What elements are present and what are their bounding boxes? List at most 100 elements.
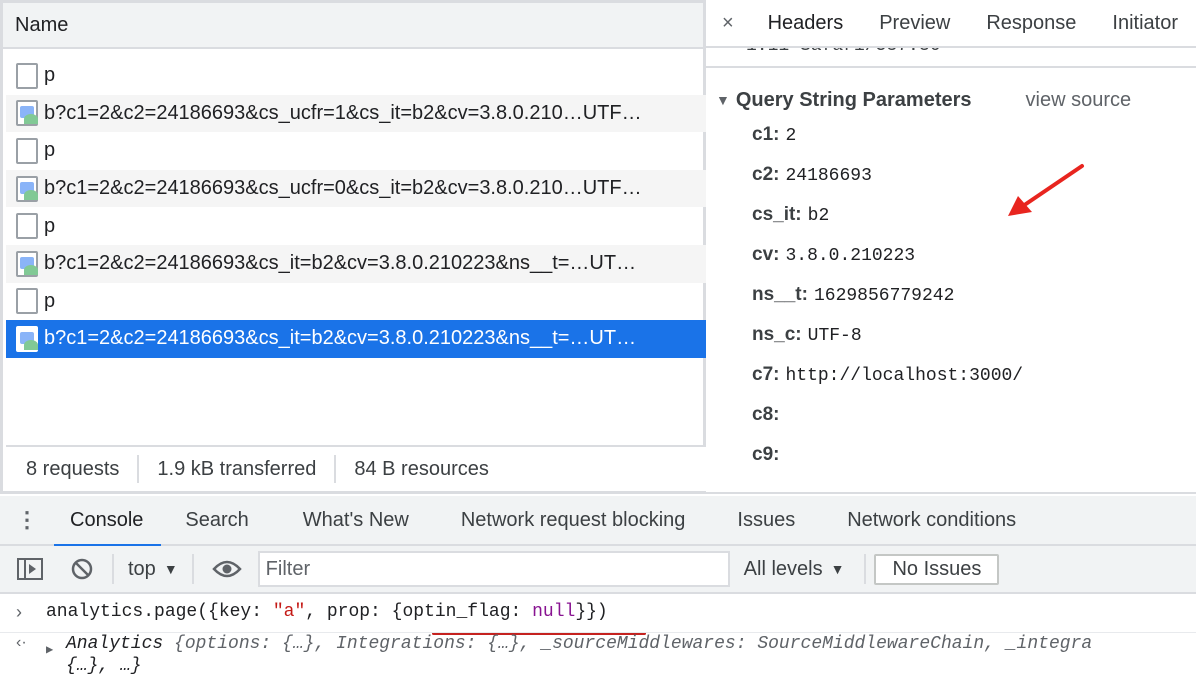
- doc-icon: [16, 62, 38, 89]
- request-name: p: [44, 64, 56, 87]
- eye-icon[interactable]: [202, 559, 252, 579]
- request-row[interactable]: p: [6, 57, 706, 95]
- tab-preview[interactable]: Preview: [861, 0, 968, 46]
- param-value: 3.8.0.210223: [785, 246, 916, 266]
- param-value: 1629856779242: [813, 286, 955, 306]
- tab-search[interactable]: Search: [169, 495, 274, 545]
- drawer-tab-bar: ⋮ Console Search What's New Network requ…: [0, 495, 1196, 547]
- request-row[interactable]: p: [6, 283, 706, 321]
- red-arrow-annotation: [1008, 164, 1084, 216]
- query-string-toggle[interactable]: ▼ Query String Parameters view source: [706, 86, 1196, 114]
- result-object[interactable]: ▶ Analytics {options: {…}, Integrations:…: [46, 634, 1093, 657]
- result-preview: {options: {…}, Integrations: {…}, _sourc…: [163, 634, 1093, 654]
- query-param: cv: 3.8.0.210223: [752, 244, 915, 266]
- request-row[interactable]: b?c1=2&c2=24186693&cs_it=b2&cv=3.8.0.210…: [6, 244, 706, 283]
- context-selector[interactable]: top ▼: [122, 558, 184, 581]
- cmd-prefix: analytics.page({key:: [46, 602, 273, 622]
- tab-response[interactable]: Response: [968, 0, 1094, 46]
- view-source-link[interactable]: view source: [1026, 89, 1132, 112]
- request-row[interactable]: b?c1=2&c2=24186693&cs_ucfr=0&cs_it=b2&cv…: [6, 169, 706, 208]
- console-toolbar: top ▼ All levels ▼ No Issues: [0, 546, 1196, 594]
- request-row[interactable]: p: [6, 132, 706, 170]
- tab-whats-new[interactable]: What's New: [275, 495, 435, 545]
- doc-icon: [16, 288, 38, 315]
- param-key: c8:: [752, 404, 780, 425]
- request-rows: p b?c1=2&c2=24186693&cs_ucfr=1&cs_it=b2&c…: [6, 57, 706, 358]
- tab-console[interactable]: Console: [54, 495, 169, 547]
- param-key: c7:: [752, 364, 780, 385]
- query-param: c1: 2: [752, 124, 796, 146]
- toolbar-divider: [112, 554, 114, 584]
- result-preview-cont: {…}, …}: [66, 656, 142, 676]
- clear-console-icon[interactable]: [60, 557, 104, 581]
- request-row[interactable]: p: [6, 207, 706, 245]
- console-command[interactable]: analytics.page({key: "a", prop: {optin_f…: [46, 602, 608, 622]
- doc-icon: [16, 137, 38, 164]
- requests-count: 8 requests: [6, 455, 140, 483]
- network-request-list: Name p b?c1=2&c2=24186693&cs_ucfr=1&cs_it…: [0, 0, 706, 494]
- request-detail-panel: × Headers Preview Response Initiator 1.1…: [706, 0, 1196, 494]
- cmd-flag: {optin_flag:: [391, 602, 533, 622]
- filter-input[interactable]: [257, 551, 730, 587]
- tab-initiator[interactable]: Initiator: [1094, 0, 1196, 46]
- param-key: ns_c:: [752, 324, 802, 345]
- request-name: b?c1=2&c2=24186693&cs_it=b2&cv=3.8.0.210…: [44, 252, 637, 275]
- param-key: cv:: [752, 244, 780, 265]
- name-column-header[interactable]: Name: [3, 3, 703, 49]
- query-param: cs_it: b2: [752, 204, 829, 226]
- cmd-null: null: [532, 602, 576, 622]
- query-param: ns__t: 1629856779242: [752, 284, 954, 306]
- resources-size: 84 B resources: [354, 458, 489, 480]
- param-value: http://localhost:3000/: [785, 366, 1024, 386]
- image-icon: [16, 325, 38, 352]
- console-result-line-2: {…}, …}: [0, 656, 1196, 680]
- request-row[interactable]: b?c1=2&c2=24186693&cs_ucfr=1&cs_it=b2&cv…: [6, 94, 706, 133]
- request-name: b?c1=2&c2=24186693&cs_it=b2&cv=3.8.0.210…: [44, 327, 637, 350]
- network-summary-bar: 8 requests 1.9 kB transferred 84 B resou…: [6, 445, 706, 491]
- request-name: p: [44, 289, 56, 312]
- query-param: c9:: [752, 444, 785, 466]
- result-class-name: Analytics: [66, 634, 164, 654]
- tab-network-conditions[interactable]: Network conditions: [821, 495, 1042, 545]
- section-title: Query String Parameters: [735, 88, 972, 111]
- input-prompt-icon: ›: [16, 602, 22, 622]
- expand-triangle-icon[interactable]: ▶: [46, 642, 53, 657]
- levels-label: All levels: [743, 557, 823, 580]
- console-result-line: ‹· ▶ Analytics {options: {…}, Integratio…: [0, 634, 1196, 658]
- request-row[interactable]: b?c1=2&c2=24186693&cs_it=b2&cv=3.8.0.210…: [6, 320, 706, 358]
- request-name: b?c1=2&c2=24186693&cs_ucfr=0&cs_it=b2&cv…: [44, 177, 642, 200]
- log-levels-dropdown[interactable]: All levels ▼: [730, 558, 857, 581]
- console-divider: [0, 632, 1196, 633]
- image-icon: [16, 250, 38, 277]
- more-vert-icon[interactable]: ⋮: [0, 507, 54, 533]
- console-input-line: › analytics.page({key: "a", prop: {optin…: [0, 602, 1196, 635]
- detail-tabs: × Headers Preview Response Initiator: [706, 0, 1196, 48]
- transferred-size: 1.9 kB transferred: [139, 455, 337, 483]
- tab-network-request-blocking[interactable]: Network request blocking: [435, 495, 712, 545]
- param-value: 24186693: [785, 166, 872, 186]
- request-name: p: [44, 139, 56, 162]
- console-output: › analytics.page({key: "a", prop: {optin…: [0, 594, 1196, 688]
- query-string-section: ▼ Query String Parameters view source c1…: [706, 66, 1196, 506]
- query-param: c2: 24186693: [752, 164, 872, 186]
- tab-headers[interactable]: Headers: [750, 0, 862, 46]
- result-arrow-icon: ‹·: [16, 634, 27, 651]
- request-name: p: [44, 214, 56, 237]
- image-icon: [16, 175, 38, 202]
- issues-button[interactable]: No Issues: [874, 553, 1000, 585]
- param-key: c1:: [752, 124, 780, 145]
- query-param: ns_c: UTF-8: [752, 324, 862, 346]
- param-key: c2:: [752, 164, 780, 185]
- param-value: b2: [807, 206, 830, 226]
- close-icon[interactable]: ×: [706, 12, 750, 35]
- param-key: c9:: [752, 444, 780, 465]
- request-name: b?c1=2&c2=24186693&cs_ucfr=1&cs_it=b2&cv…: [44, 101, 642, 124]
- param-value: UTF-8: [807, 326, 862, 346]
- query-param: c8:: [752, 404, 785, 426]
- cmd-mid: , prop:: [305, 602, 392, 622]
- sidebar-toggle-icon[interactable]: [0, 557, 60, 581]
- dropdown-arrow-icon: ▼: [163, 561, 178, 577]
- image-icon: [16, 100, 38, 127]
- name-header-label: Name: [15, 13, 69, 36]
- tab-issues[interactable]: Issues: [711, 495, 821, 545]
